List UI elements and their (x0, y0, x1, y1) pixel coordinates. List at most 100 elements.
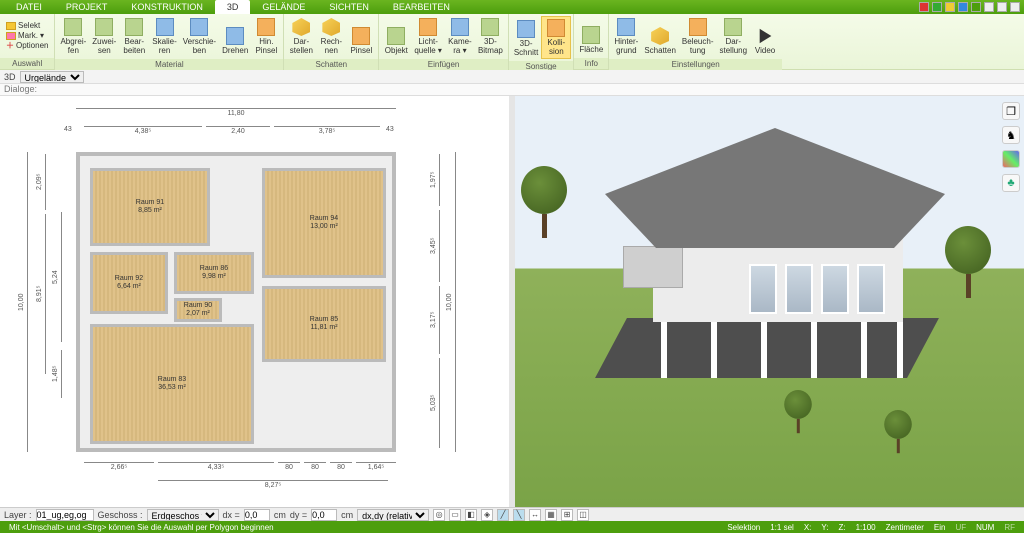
pinsel-button[interactable]: Pinsel (346, 16, 376, 57)
dim-bottom: 80 (330, 462, 352, 471)
room[interactable]: Raum 869,98 m² (174, 252, 254, 294)
light-icon (419, 18, 437, 36)
dim-bottom: 2,66⁵ (84, 462, 154, 471)
hintergrund-button[interactable]: Hinter-grund (611, 16, 641, 57)
rechnen-button[interactable]: Rech-nen (316, 16, 346, 57)
tray-icon[interactable] (919, 2, 929, 12)
monitor-icon[interactable]: ▭ (449, 509, 461, 521)
tray-icon[interactable] (932, 2, 942, 12)
section-icon (517, 20, 535, 38)
display-icon (724, 18, 742, 36)
tool-icon[interactable]: ◫ (577, 509, 589, 521)
tray-icon[interactable] (958, 2, 968, 12)
menu-tab-bearbeiten[interactable]: BEARBEITEN (381, 0, 462, 14)
hint-text: Mit <Umschalt> und <Strg> können Sie die… (4, 523, 279, 532)
room-area: 36,53 m² (158, 384, 186, 392)
close-icon[interactable] (1010, 2, 1020, 12)
ribbon-label-einstellungen: Einstellungen (609, 59, 782, 70)
zuweisen-button[interactable]: Zuwei-sen (89, 16, 119, 57)
tool-icon[interactable]: ▦ (545, 509, 557, 521)
window (857, 264, 885, 314)
ein-label: Ein (929, 523, 951, 532)
3d-pane[interactable]: ❐ ♞ ♣ (515, 96, 1024, 507)
room[interactable]: Raum 8511,81 m² (262, 286, 386, 362)
layer-select[interactable]: Urgelände (20, 71, 84, 83)
bearbeiten-button[interactable]: Bear-beiten (119, 16, 149, 57)
dim-bottom: 4,33⁵ (158, 462, 274, 471)
tool-icon[interactable]: ◈ (481, 509, 493, 521)
3d-viewport[interactable]: ❐ ♞ ♣ (515, 96, 1024, 507)
bitmap-icon (481, 18, 499, 36)
help-icon[interactable] (971, 2, 981, 12)
menu-tab-datei[interactable]: DATEI (4, 0, 54, 14)
drehen-button[interactable]: Drehen (219, 16, 251, 57)
dy-input[interactable] (311, 509, 337, 521)
kamera-button[interactable]: Kame-ra ▾ (445, 16, 475, 57)
verschieben-button[interactable]: Verschie-ben (180, 16, 219, 57)
plan-pane[interactable]: 11,80 4,38⁵ 2,40 3,78⁵ 43 43 10,00 2,09⁵… (0, 96, 509, 507)
abgreifen-button[interactable]: Abgrei-fen (57, 16, 89, 57)
dx-input[interactable] (244, 509, 270, 521)
ribbon-label-schatten: Schatten (284, 59, 378, 70)
minimize-icon[interactable] (984, 2, 994, 12)
menu-tab-konstruktion[interactable]: KONSTRUKTION (119, 0, 215, 14)
options-button[interactable]: ＋Optionen (6, 41, 48, 51)
sapling (884, 410, 912, 452)
furniture-icon[interactable]: ♞ (1002, 126, 1020, 144)
3d-bitmap-button[interactable]: 3D-Bitmap (475, 16, 506, 57)
room[interactable]: Raum 9413,00 m² (262, 168, 386, 278)
layers-icon[interactable]: ❐ (1002, 102, 1020, 120)
room[interactable]: Raum 8336,53 m² (90, 324, 254, 444)
lichtquelle-button[interactable]: Licht-quelle ▾ (411, 16, 445, 57)
room[interactable]: Raum 918,85 m² (90, 168, 210, 246)
ribbon-group-einstellungen: Hinter-grund Schatten Beleuch-tung Dar-s… (609, 14, 782, 69)
menu-tab-3d[interactable]: 3D (215, 0, 251, 14)
area-icon (582, 26, 600, 44)
select-button[interactable]: Selekt (6, 21, 48, 31)
mark-button[interactable]: Mark. ▾ (6, 31, 48, 41)
menu-tab-sichten[interactable]: SICHTEN (317, 0, 381, 14)
room-name: Raum 85 (310, 316, 338, 324)
flaeche-button[interactable]: Fläche (576, 16, 606, 56)
kollision-button[interactable]: Kolli-sion (541, 16, 571, 59)
dim-left: 2,09⁵ (36, 154, 46, 210)
darstellen-button[interactable]: Dar-stellen (286, 16, 316, 57)
dy-label: dy = (290, 510, 307, 520)
skalieren-button[interactable]: Skalie-ren (149, 16, 179, 57)
ribbon-label-auswahl: Auswahl (0, 58, 54, 69)
materials-icon[interactable] (1002, 150, 1020, 168)
video-button[interactable]: Video (750, 16, 780, 57)
dim-left: 1,48⁵ (52, 350, 62, 398)
patio (595, 318, 939, 378)
tool-icon[interactable]: ↔ (529, 509, 541, 521)
menu-tab-projekt[interactable]: PROJEKT (54, 0, 120, 14)
tool-icon[interactable]: ╱ (497, 509, 509, 521)
hin-pinsel-button[interactable]: Hin.Pinsel (251, 16, 281, 57)
room[interactable]: Raum 926,64 m² (90, 252, 168, 314)
layer-input[interactable] (36, 509, 94, 521)
plants-icon[interactable]: ♣ (1002, 174, 1020, 192)
cube-icon (322, 18, 340, 36)
menu-tab-gelaende[interactable]: GELÄNDE (250, 0, 317, 14)
num-label: NUM (971, 523, 999, 532)
beleuchtung-button[interactable]: Beleuch-tung (679, 16, 717, 57)
schatten-button[interactable]: Schatten (641, 16, 679, 57)
view-subrow: 3D Urgelände (0, 70, 1024, 84)
floorplan-outline: Raum 918,85 m²Raum 926,64 m²Raum 869,98 … (76, 152, 396, 452)
objekt-button[interactable]: Objekt (381, 16, 411, 57)
target-icon[interactable]: ◎ (433, 509, 445, 521)
tool-icon[interactable]: ╲ (513, 509, 525, 521)
rel-select[interactable]: dx,dy (relativ ka (357, 509, 429, 521)
geschoss-select[interactable]: Erdgeschos ▾ (147, 509, 219, 521)
darstellung-button[interactable]: Dar-stellung (717, 16, 751, 57)
tool-icon[interactable]: ◧ (465, 509, 477, 521)
room-area: 13,00 m² (310, 223, 338, 231)
room[interactable]: Raum 902,07 m² (174, 298, 222, 322)
grid-icon[interactable]: ⊞ (561, 509, 573, 521)
3d-schnitt-button[interactable]: 3D-Schnitt (511, 16, 541, 59)
uf-label: UF (950, 523, 971, 532)
tray-icon[interactable] (945, 2, 955, 12)
sel-ratio: 1:1 sel (765, 523, 799, 532)
maximize-icon[interactable] (997, 2, 1007, 12)
dim-bottom: 80 (304, 462, 326, 471)
